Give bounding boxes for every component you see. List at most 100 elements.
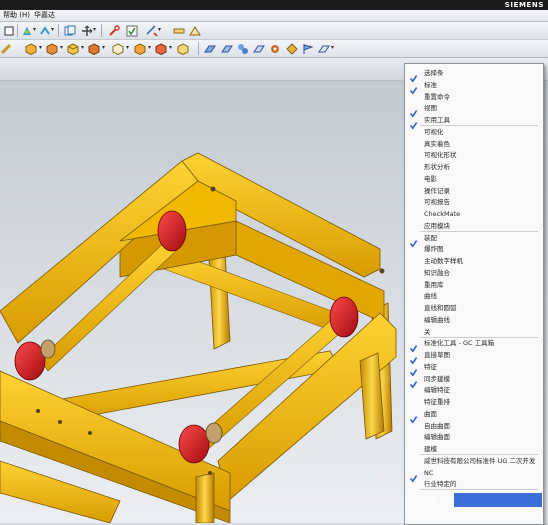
context-menu-item-label: 直线和圆弧 [424, 304, 457, 312]
context-menu-item-label: 视图 [424, 104, 437, 113]
constraint-icon[interactable] [252, 42, 266, 55]
measure-icon[interactable] [145, 24, 159, 37]
context-menu-item-label: 重置命令 [424, 92, 450, 101]
context-menu-item[interactable]: 知识融合 [406, 267, 544, 279]
checkmark-icon [409, 409, 418, 424]
connect-icon[interactable] [38, 24, 52, 37]
context-menu-item-label: 爆炸图 [424, 245, 444, 254]
checkmark-icon [409, 362, 418, 377]
context-menu-item[interactable]: 自由曲面 [406, 420, 544, 432]
context-menu-item[interactable]: 选择条 [406, 67, 544, 83]
context-menu-item[interactable]: 爆炸图 [406, 243, 544, 255]
bearing-front-left [40, 339, 56, 359]
dropdown-arrow-icon[interactable]: ▾ [126, 44, 129, 51]
context-menu-item[interactable]: 同步建模 [406, 373, 544, 389]
dropdown-arrow-icon[interactable]: ▾ [39, 44, 42, 51]
render-cube-icon[interactable] [45, 42, 59, 55]
bolt-hole [379, 268, 385, 274]
pencil-icon[interactable] [0, 42, 14, 55]
dropdown-arrow-icon[interactable]: ▾ [33, 26, 36, 33]
roller-red-rear-right [329, 296, 359, 338]
context-menu-item[interactable]: 可视化 [406, 126, 544, 138]
check-icon[interactable] [125, 24, 139, 37]
context-menu-item[interactable]: 标准 [406, 79, 544, 95]
sheet-icon[interactable] [317, 42, 331, 55]
dropdown-arrow-icon[interactable]: ▾ [158, 26, 161, 33]
context-menu-item-label: 自由曲面 [424, 421, 450, 430]
context-menu-item[interactable]: 重置命令 [406, 91, 544, 103]
bearing-front-right [205, 422, 223, 444]
context-menu-item[interactable]: 曲线 [406, 290, 544, 302]
context-menu-item[interactable]: 编辑特征 [406, 384, 544, 396]
dropdown-arrow-icon[interactable]: ▾ [102, 44, 105, 51]
context-menu-item-label: 编辑特征 [424, 386, 450, 395]
checkmark-icon [409, 233, 418, 248]
context-menu-item[interactable]: 曲面 [406, 408, 544, 424]
context-menu-item[interactable]: NC [406, 467, 544, 483]
dropdown-arrow-icon[interactable]: ▾ [60, 44, 63, 51]
sketch-icon[interactable] [188, 24, 202, 37]
brand-logo: SIEMENS [504, 1, 544, 9]
dropdown-arrow-icon[interactable]: ▾ [51, 26, 54, 33]
context-menu-item[interactable]: 编辑曲线 [406, 314, 544, 326]
toolbar-separator [17, 24, 18, 37]
context-menu-item[interactable]: 编辑曲面 [406, 431, 544, 443]
cut-cube-icon[interactable] [66, 42, 80, 55]
move-icon[interactable] [80, 24, 94, 37]
fit-cube-icon[interactable] [154, 42, 168, 55]
wireframe-cube-icon[interactable] [111, 42, 125, 55]
wrench-icon[interactable] [107, 24, 121, 37]
dropdown-arrow-icon[interactable]: ▾ [93, 26, 96, 33]
context-menu-item[interactable]: 特征重排 [406, 396, 544, 408]
context-menu-item[interactable]: 重用库 [406, 279, 544, 291]
dropdown-arrow-icon[interactable]: ▾ [169, 44, 172, 51]
context-menu-item[interactable]: 直线和圆弧 [406, 302, 544, 314]
flag-icon[interactable] [301, 42, 315, 55]
section-cube-icon[interactable] [87, 42, 101, 55]
context-menu-item-label: 标准化工具 - GC 工具箱 [424, 339, 495, 348]
context-menu-item[interactable]: 装配 [406, 232, 544, 248]
face-analysis-icon[interactable] [203, 42, 217, 55]
orient-cube-icon[interactable] [176, 42, 190, 55]
context-menu-item[interactable]: 特征 [406, 361, 544, 377]
gear-icon[interactable] [268, 42, 282, 55]
context-menu-item[interactable]: 直接草图 [406, 349, 544, 365]
hidden-edge-cube-icon[interactable] [133, 42, 147, 55]
menu-huajiada[interactable]: 华嘉达 [34, 10, 55, 21]
copy-icon[interactable] [63, 24, 77, 37]
context-menu-item-label: 编辑曲线 [424, 315, 450, 324]
diamond-icon[interactable] [285, 42, 299, 55]
context-menu-item[interactable]: 主动数字样机 [406, 255, 544, 267]
context-menu-item[interactable]: 视图 [406, 102, 544, 118]
context-menu-item[interactable]: 形状分析 [406, 161, 544, 173]
context-menu-item[interactable]: 可视化形状 [406, 149, 544, 161]
dropdown-arrow-icon[interactable]: ▾ [331, 44, 334, 51]
context-menu-item[interactable]: 可视报告 [406, 196, 544, 208]
context-menu-item-label: 主动数字样机 [424, 257, 463, 265]
checkmark-icon [409, 374, 418, 389]
standard-toolbar: ▾ ▾ ▾ ▾ [0, 22, 548, 40]
context-menu-item[interactable]: 操作记录 [406, 185, 544, 197]
context-menu-item-label: 曲面 [424, 409, 437, 418]
bolt-hole [208, 471, 212, 475]
context-menu-item-label: 直接草图 [424, 351, 450, 359]
context-menu-item[interactable]: 定制 [406, 490, 544, 503]
view-frame-icon[interactable] [2, 24, 16, 37]
context-menu-item[interactable]: 标准化工具 - GC 工具箱 [406, 337, 544, 353]
context-menu-item-label: 标准 [424, 80, 437, 89]
context-menu-item[interactable]: 威世科技有限公司标准件 UG 二次开发 [406, 455, 544, 467]
context-menu-item[interactable]: CheckMate [406, 208, 544, 220]
checkmark-icon [409, 68, 418, 83]
dropdown-arrow-icon[interactable]: ▾ [81, 44, 84, 51]
surface-icon[interactable] [220, 42, 234, 55]
shaded-cube-icon[interactable] [24, 42, 38, 55]
menu-help[interactable]: 帮助 (H) [3, 10, 30, 21]
ruler-icon[interactable] [172, 24, 186, 37]
context-menu-item[interactable]: 电影 [406, 173, 544, 185]
context-menu-item[interactable]: 真实着色 [406, 138, 544, 150]
roller-red-front-right [178, 424, 210, 464]
assembly-icon[interactable] [236, 42, 250, 55]
context-menu-item-label: 威世科技有限公司标准件 UG 二次开发 [424, 456, 536, 465]
pick-icon[interactable] [20, 24, 34, 37]
dropdown-arrow-icon[interactable]: ▾ [148, 44, 151, 51]
